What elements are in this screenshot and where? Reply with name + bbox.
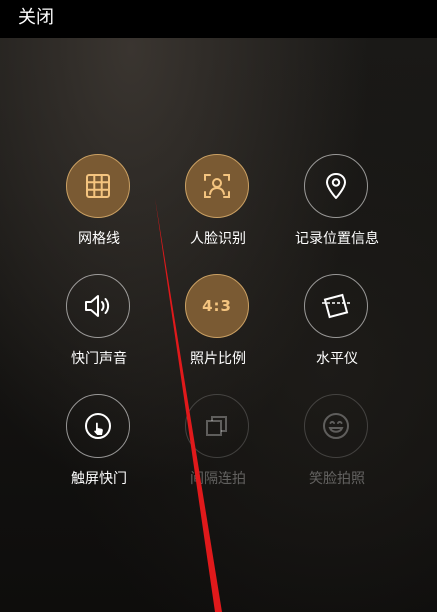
annotation-arrow-line bbox=[155, 198, 222, 612]
